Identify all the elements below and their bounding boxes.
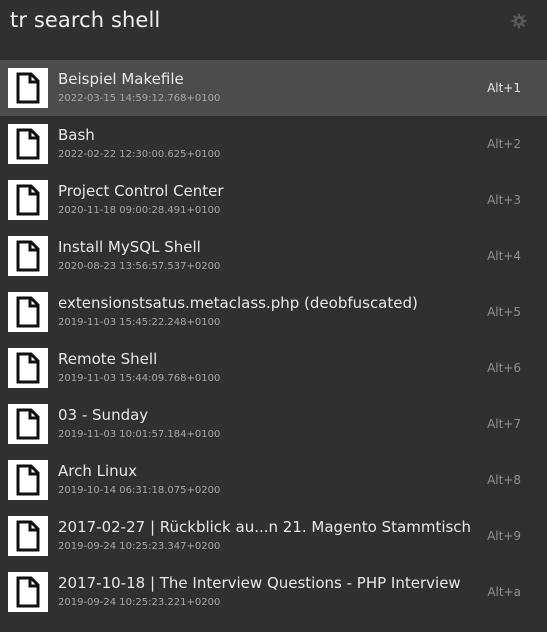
results-list: Beispiel Makefile 2022-03-15 14:59:12.768… bbox=[0, 60, 547, 620]
file-icon bbox=[8, 236, 48, 276]
result-timestamp: 2019-11-03 10:01:57.184+0100 bbox=[58, 429, 221, 440]
result-row[interactable]: 2017-02-27 | Rückblick au...n 21. Magent… bbox=[0, 508, 547, 564]
result-row[interactable]: 03 - Sunday 2019-11-03 10:01:57.184+0100 A… bbox=[0, 396, 547, 452]
file-icon bbox=[8, 572, 48, 612]
result-row[interactable]: Arch Linux 2019-10-14 06:31:18.075+0200 Al… bbox=[0, 452, 547, 508]
file-icon bbox=[8, 348, 48, 388]
launcher-window: tr search shell Beispiel Makefile 2022-03… bbox=[0, 0, 547, 632]
file-icon bbox=[8, 292, 48, 332]
result-title: 2017-10-18 | The Interview Questions - P… bbox=[58, 574, 461, 592]
file-icon bbox=[8, 124, 48, 164]
result-title: Remote Shell bbox=[58, 350, 158, 368]
result-title: Bash bbox=[58, 126, 95, 144]
search-bar[interactable]: tr search shell bbox=[0, 0, 547, 60]
result-row[interactable]: Bash 2022-02-22 12:30:00.625+0100 Alt+2 bbox=[0, 116, 547, 172]
gear-icon[interactable] bbox=[511, 13, 527, 29]
result-shortcut: Alt+4 bbox=[487, 249, 521, 263]
result-shortcut: Alt+6 bbox=[487, 361, 521, 375]
result-title: extensionstsatus.metaclass.php (deobfusc… bbox=[58, 294, 418, 312]
result-title: 2017-02-27 | Rückblick au...n 21. Magent… bbox=[58, 518, 472, 536]
result-timestamp: 2019-10-14 06:31:18.075+0200 bbox=[58, 485, 221, 496]
result-row[interactable]: 2017-10-18 | The Interview Questions - P… bbox=[0, 564, 547, 620]
result-shortcut: Alt+1 bbox=[487, 81, 521, 95]
result-title: 03 - Sunday bbox=[58, 406, 149, 424]
result-timestamp: 2020-08-23 13:56:57.537+0200 bbox=[58, 261, 221, 272]
result-timestamp: 2019-11-03 15:45:22.248+0100 bbox=[58, 317, 221, 328]
result-title: Install MySQL Shell bbox=[58, 238, 201, 256]
result-row[interactable]: Remote Shell 2019-11-03 15:44:09.768+0100… bbox=[0, 340, 547, 396]
result-shortcut: Alt+2 bbox=[487, 137, 521, 151]
result-row[interactable]: extensionstsatus.metaclass.php (deobfusc… bbox=[0, 284, 547, 340]
result-timestamp: 2022-02-22 12:30:00.625+0100 bbox=[58, 149, 221, 160]
file-icon bbox=[8, 180, 48, 220]
result-shortcut: Alt+5 bbox=[487, 305, 521, 319]
result-shortcut: Alt+a bbox=[487, 585, 521, 599]
result-title: Arch Linux bbox=[58, 462, 138, 480]
result-timestamp: 2022-03-15 14:59:12.768+0100 bbox=[58, 93, 221, 104]
file-icon bbox=[8, 404, 48, 444]
result-shortcut: Alt+9 bbox=[487, 529, 521, 543]
result-timestamp: 2019-11-03 15:44:09.768+0100 bbox=[58, 373, 221, 384]
file-icon bbox=[8, 68, 48, 108]
result-row[interactable]: Install MySQL Shell 2020-08-23 13:56:57.5… bbox=[0, 228, 547, 284]
file-icon bbox=[8, 516, 48, 556]
search-input[interactable]: tr search shell bbox=[10, 8, 160, 32]
result-row[interactable]: Beispiel Makefile 2022-03-15 14:59:12.768… bbox=[0, 60, 547, 116]
file-icon bbox=[8, 460, 48, 500]
result-timestamp: 2019-09-24 10:25:23.221+0200 bbox=[58, 597, 221, 608]
result-shortcut: Alt+8 bbox=[487, 473, 521, 487]
result-timestamp: 2019-09-24 10:25:23.347+0200 bbox=[58, 541, 221, 552]
result-shortcut: Alt+3 bbox=[487, 193, 521, 207]
result-shortcut: Alt+7 bbox=[487, 417, 521, 431]
result-title: Project Control Center bbox=[58, 182, 224, 200]
result-row[interactable]: Project Control Center 2020-11-18 09:00:2… bbox=[0, 172, 547, 228]
result-timestamp: 2020-11-18 09:00:28.491+0100 bbox=[58, 205, 221, 216]
result-title: Beispiel Makefile bbox=[58, 70, 184, 88]
